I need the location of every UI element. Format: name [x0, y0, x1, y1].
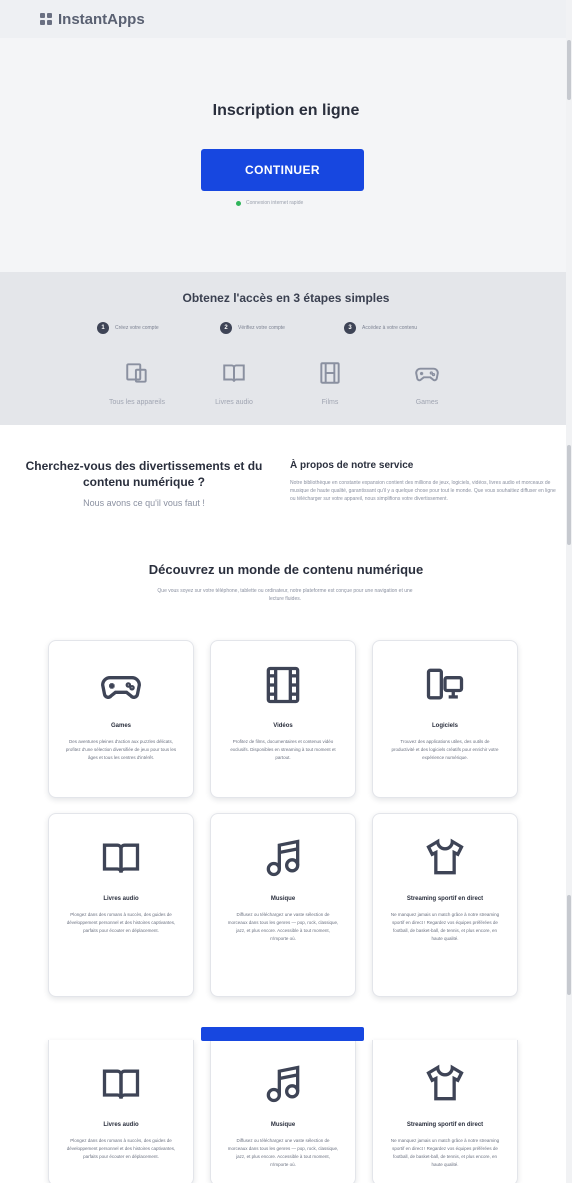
- book-icon: [102, 843, 140, 873]
- card-text: Profitez de films, documentaires et cont…: [230, 739, 336, 760]
- step-label: Vérifiez votre compte: [238, 325, 285, 331]
- card-software[interactable]: Logiciels Trouvez des applications utile…: [372, 640, 518, 798]
- step-label: Créez votre compte: [115, 325, 159, 331]
- card-text: Ne manquez jamais un match grâce à notre…: [390, 1138, 500, 1167]
- card-music[interactable]: Musique Diffusez ou téléchargez une vast…: [210, 813, 356, 997]
- card-title: Livres audio: [103, 1122, 139, 1128]
- music-icon: [266, 839, 300, 877]
- card-audiobooks-repeat[interactable]: Livres audio Plongez dans des romans à s…: [48, 1040, 194, 1183]
- scrollbar-thumb-secondary[interactable]: [567, 445, 571, 545]
- status-dot-icon: [236, 200, 241, 206]
- category-devices: Tous les appareils: [97, 360, 177, 406]
- card-title: Musique: [270, 1122, 296, 1128]
- grid-icon: [40, 13, 52, 25]
- card-title: Livres audio: [103, 896, 139, 902]
- step-1: 1 Créez votre compte: [97, 322, 159, 334]
- scrollbar-thumb[interactable]: [567, 40, 571, 100]
- gamepad-icon: [101, 676, 141, 699]
- intro-block: Cherchez-vous des divertissements et du …: [25, 458, 263, 508]
- intro-subtitle: Nous avons ce qu'il vous faut !: [83, 498, 205, 508]
- discover-title: Découvrez un monde de contenu numérique: [148, 562, 424, 577]
- shirt-icon: [426, 838, 464, 875]
- card-title: Logiciels: [431, 723, 458, 729]
- card-audiobooks[interactable]: Livres audio Plongez dans des romans à s…: [48, 813, 194, 997]
- scrollbar-track[interactable]: [566, 0, 572, 1183]
- step-number: 1: [97, 322, 109, 334]
- category-label: Tous les appareils: [108, 399, 166, 406]
- about-text: Notre bibliothèque en constante expansio…: [290, 480, 556, 502]
- about-block: À propos de notre service Notre biblioth…: [290, 460, 558, 503]
- category-label: Livres audio: [215, 399, 253, 406]
- category-games: Games: [387, 360, 467, 406]
- gamepad-icon: [415, 367, 439, 382]
- scrollbar-thumb-tertiary[interactable]: [567, 895, 571, 995]
- sticky-continue-bar[interactable]: [201, 1027, 364, 1041]
- book-icon: [102, 1069, 140, 1099]
- continue-button[interactable]: CONTINUER: [201, 149, 364, 191]
- top-bar: InstantApps: [0, 0, 572, 38]
- card-title: Streaming sportif en direct: [406, 1122, 484, 1128]
- category-films: Films: [290, 360, 370, 406]
- about-title: À propos de notre service: [290, 460, 414, 471]
- discover-subtitle: Que vous soyez sur votre téléphone, tabl…: [157, 588, 413, 602]
- card-title: Musique: [270, 896, 296, 902]
- film-icon: [320, 362, 340, 384]
- category-label: Films: [321, 399, 339, 406]
- card-title: Games: [110, 723, 131, 729]
- hero-section: Inscription en ligne CONTINUER Connexion…: [0, 38, 572, 272]
- steps-section: Obtenez l'accès en 3 étapes simples 1 Cr…: [0, 272, 572, 425]
- card-text: Plongez dans des romans à succès, des gu…: [66, 1138, 176, 1159]
- card-title: Streaming sportif en direct: [406, 896, 484, 902]
- card-text: Diffusez ou téléchargez une vaste sélect…: [227, 1138, 339, 1167]
- step-label: Accédez à votre contenu: [362, 325, 418, 331]
- category-label: Games: [415, 399, 439, 406]
- music-icon: [266, 1065, 300, 1103]
- devices-icon: [426, 668, 464, 700]
- steps-title: Obtenez l'accès en 3 étapes simples: [182, 291, 390, 305]
- card-games[interactable]: Games Des aventures pleines d'action aux…: [48, 640, 194, 798]
- card-music-repeat[interactable]: Musique Diffusez ou téléchargez une vast…: [210, 1040, 356, 1183]
- step-number: 3: [344, 322, 356, 334]
- card-sports-streaming-repeat[interactable]: Streaming sportif en direct Ne manquez j…: [372, 1040, 518, 1183]
- film-icon: [266, 666, 300, 704]
- step-number: 2: [220, 322, 232, 334]
- step-3: 3 Accédez à votre contenu: [344, 322, 417, 334]
- app-logo[interactable]: InstantApps: [40, 11, 145, 28]
- step-2: 2 Vérifiez votre compte: [220, 322, 285, 334]
- card-title: Vidéos: [273, 723, 293, 729]
- category-audiobooks: Livres audio: [194, 360, 274, 406]
- book-icon: [223, 364, 245, 382]
- card-sports-streaming[interactable]: Streaming sportif en direct Ne manquez j…: [372, 813, 518, 997]
- card-text: Ne manquez jamais un match grâce à notre…: [390, 912, 500, 941]
- shirt-icon: [426, 1064, 464, 1101]
- connection-status: Connexion internet rapide: [236, 200, 303, 206]
- hero-title: Inscription en ligne: [212, 102, 360, 119]
- app-name: InstantApps: [58, 10, 145, 28]
- status-text: Connexion internet rapide: [246, 200, 304, 206]
- intro-title: Cherchez-vous des divertissements et du …: [25, 459, 263, 489]
- devices-icon: [126, 363, 147, 383]
- card-text: Plongez dans des romans à succès, des gu…: [66, 912, 176, 933]
- card-videos[interactable]: Vidéos Profitez de films, documentaires …: [210, 640, 356, 798]
- card-text: Diffusez ou téléchargez une vaste sélect…: [227, 912, 339, 941]
- card-text: Des aventures pleines d'action aux puzzl…: [65, 739, 177, 760]
- card-text: Trouvez des applications utiles, des out…: [391, 739, 499, 760]
